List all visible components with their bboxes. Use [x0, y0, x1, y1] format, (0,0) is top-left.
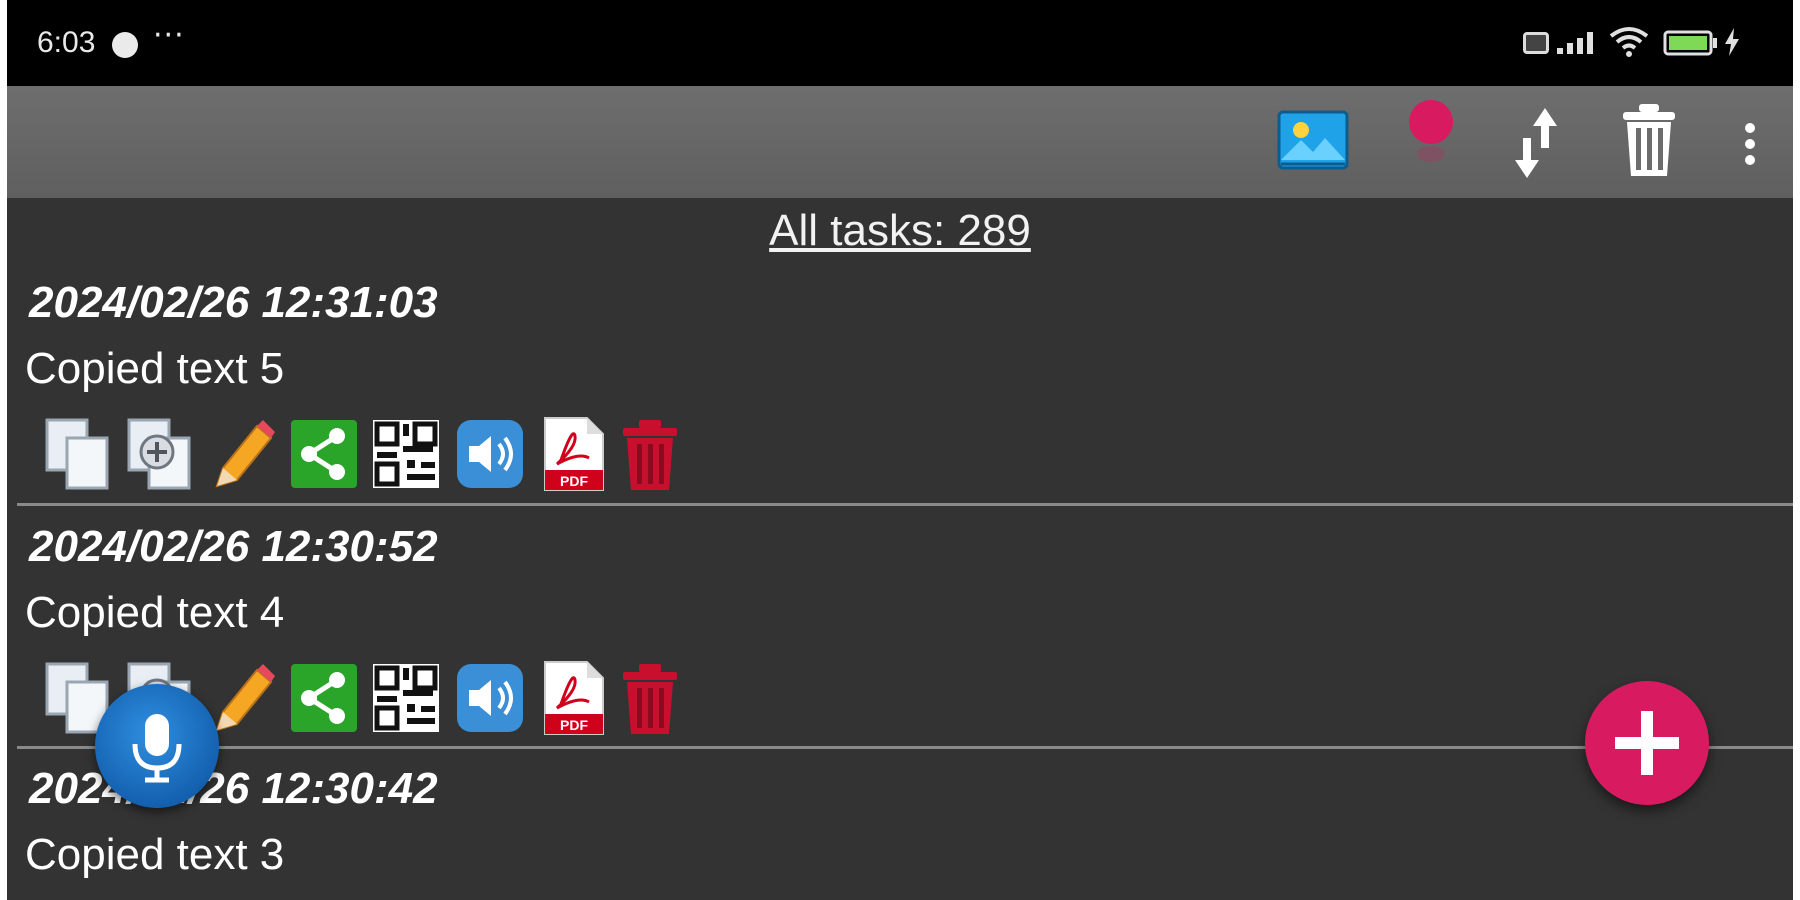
- edit-pencil-icon[interactable]: [209, 416, 279, 492]
- task-date: 2024/02/26 12:31:03: [29, 278, 438, 327]
- svg-text:PDF: PDF: [560, 717, 588, 733]
- status-time: 6:03: [37, 26, 96, 59]
- svg-text:PDF: PDF: [560, 473, 588, 489]
- charging-icon: [1725, 28, 1739, 56]
- share-icon[interactable]: [289, 660, 359, 736]
- divider: [17, 746, 1793, 749]
- copy-icon[interactable]: [43, 416, 113, 492]
- divider: [17, 503, 1793, 506]
- delete-icon[interactable]: [615, 416, 685, 492]
- plus-icon: [1615, 711, 1679, 775]
- status-more: ···: [153, 18, 185, 53]
- trash-icon[interactable]: [1619, 102, 1679, 178]
- speaker-icon[interactable]: [455, 416, 525, 492]
- sort-arrows-icon[interactable]: [1511, 104, 1561, 182]
- signal-icon: [1557, 32, 1593, 54]
- wifi-icon: [1609, 27, 1649, 57]
- pdf-icon[interactable]: PDF: [539, 660, 609, 736]
- task-date: 2024/02/26 12:30:52: [29, 522, 438, 571]
- microphone-icon: [132, 714, 182, 783]
- notification-dot-icon: [112, 32, 138, 58]
- task-date: 2024/02/26 12:30:42: [29, 764, 438, 813]
- image-icon[interactable]: [1277, 110, 1349, 170]
- battery-icon: [1663, 30, 1717, 56]
- speaker-icon[interactable]: [455, 660, 525, 736]
- qr-code-icon[interactable]: [371, 660, 441, 736]
- app-screen: 6:03 ··· All tasks: 289 2024/02/26 12:31…: [7, 0, 1793, 900]
- status-bar: 6:03 ···: [7, 0, 1793, 86]
- record-dot-icon[interactable]: [1405, 100, 1457, 172]
- delete-icon[interactable]: [615, 660, 685, 736]
- toolbar: [7, 86, 1793, 198]
- edit-pencil-icon[interactable]: [209, 660, 279, 736]
- task-count-header[interactable]: All tasks: 289: [7, 206, 1793, 256]
- share-icon[interactable]: [289, 416, 359, 492]
- qr-code-icon[interactable]: [371, 416, 441, 492]
- copy-add-icon[interactable]: [125, 416, 195, 492]
- add-task-button[interactable]: [1585, 681, 1709, 805]
- sim-icon: [1523, 32, 1549, 54]
- task-text: Copied text 3: [25, 830, 285, 879]
- task-text: Copied text 5: [25, 344, 285, 393]
- overflow-menu-icon[interactable]: [1743, 122, 1757, 166]
- pdf-icon[interactable]: PDF: [539, 416, 609, 492]
- voice-input-button[interactable]: [95, 684, 219, 808]
- task-text: Copied text 4: [25, 588, 285, 637]
